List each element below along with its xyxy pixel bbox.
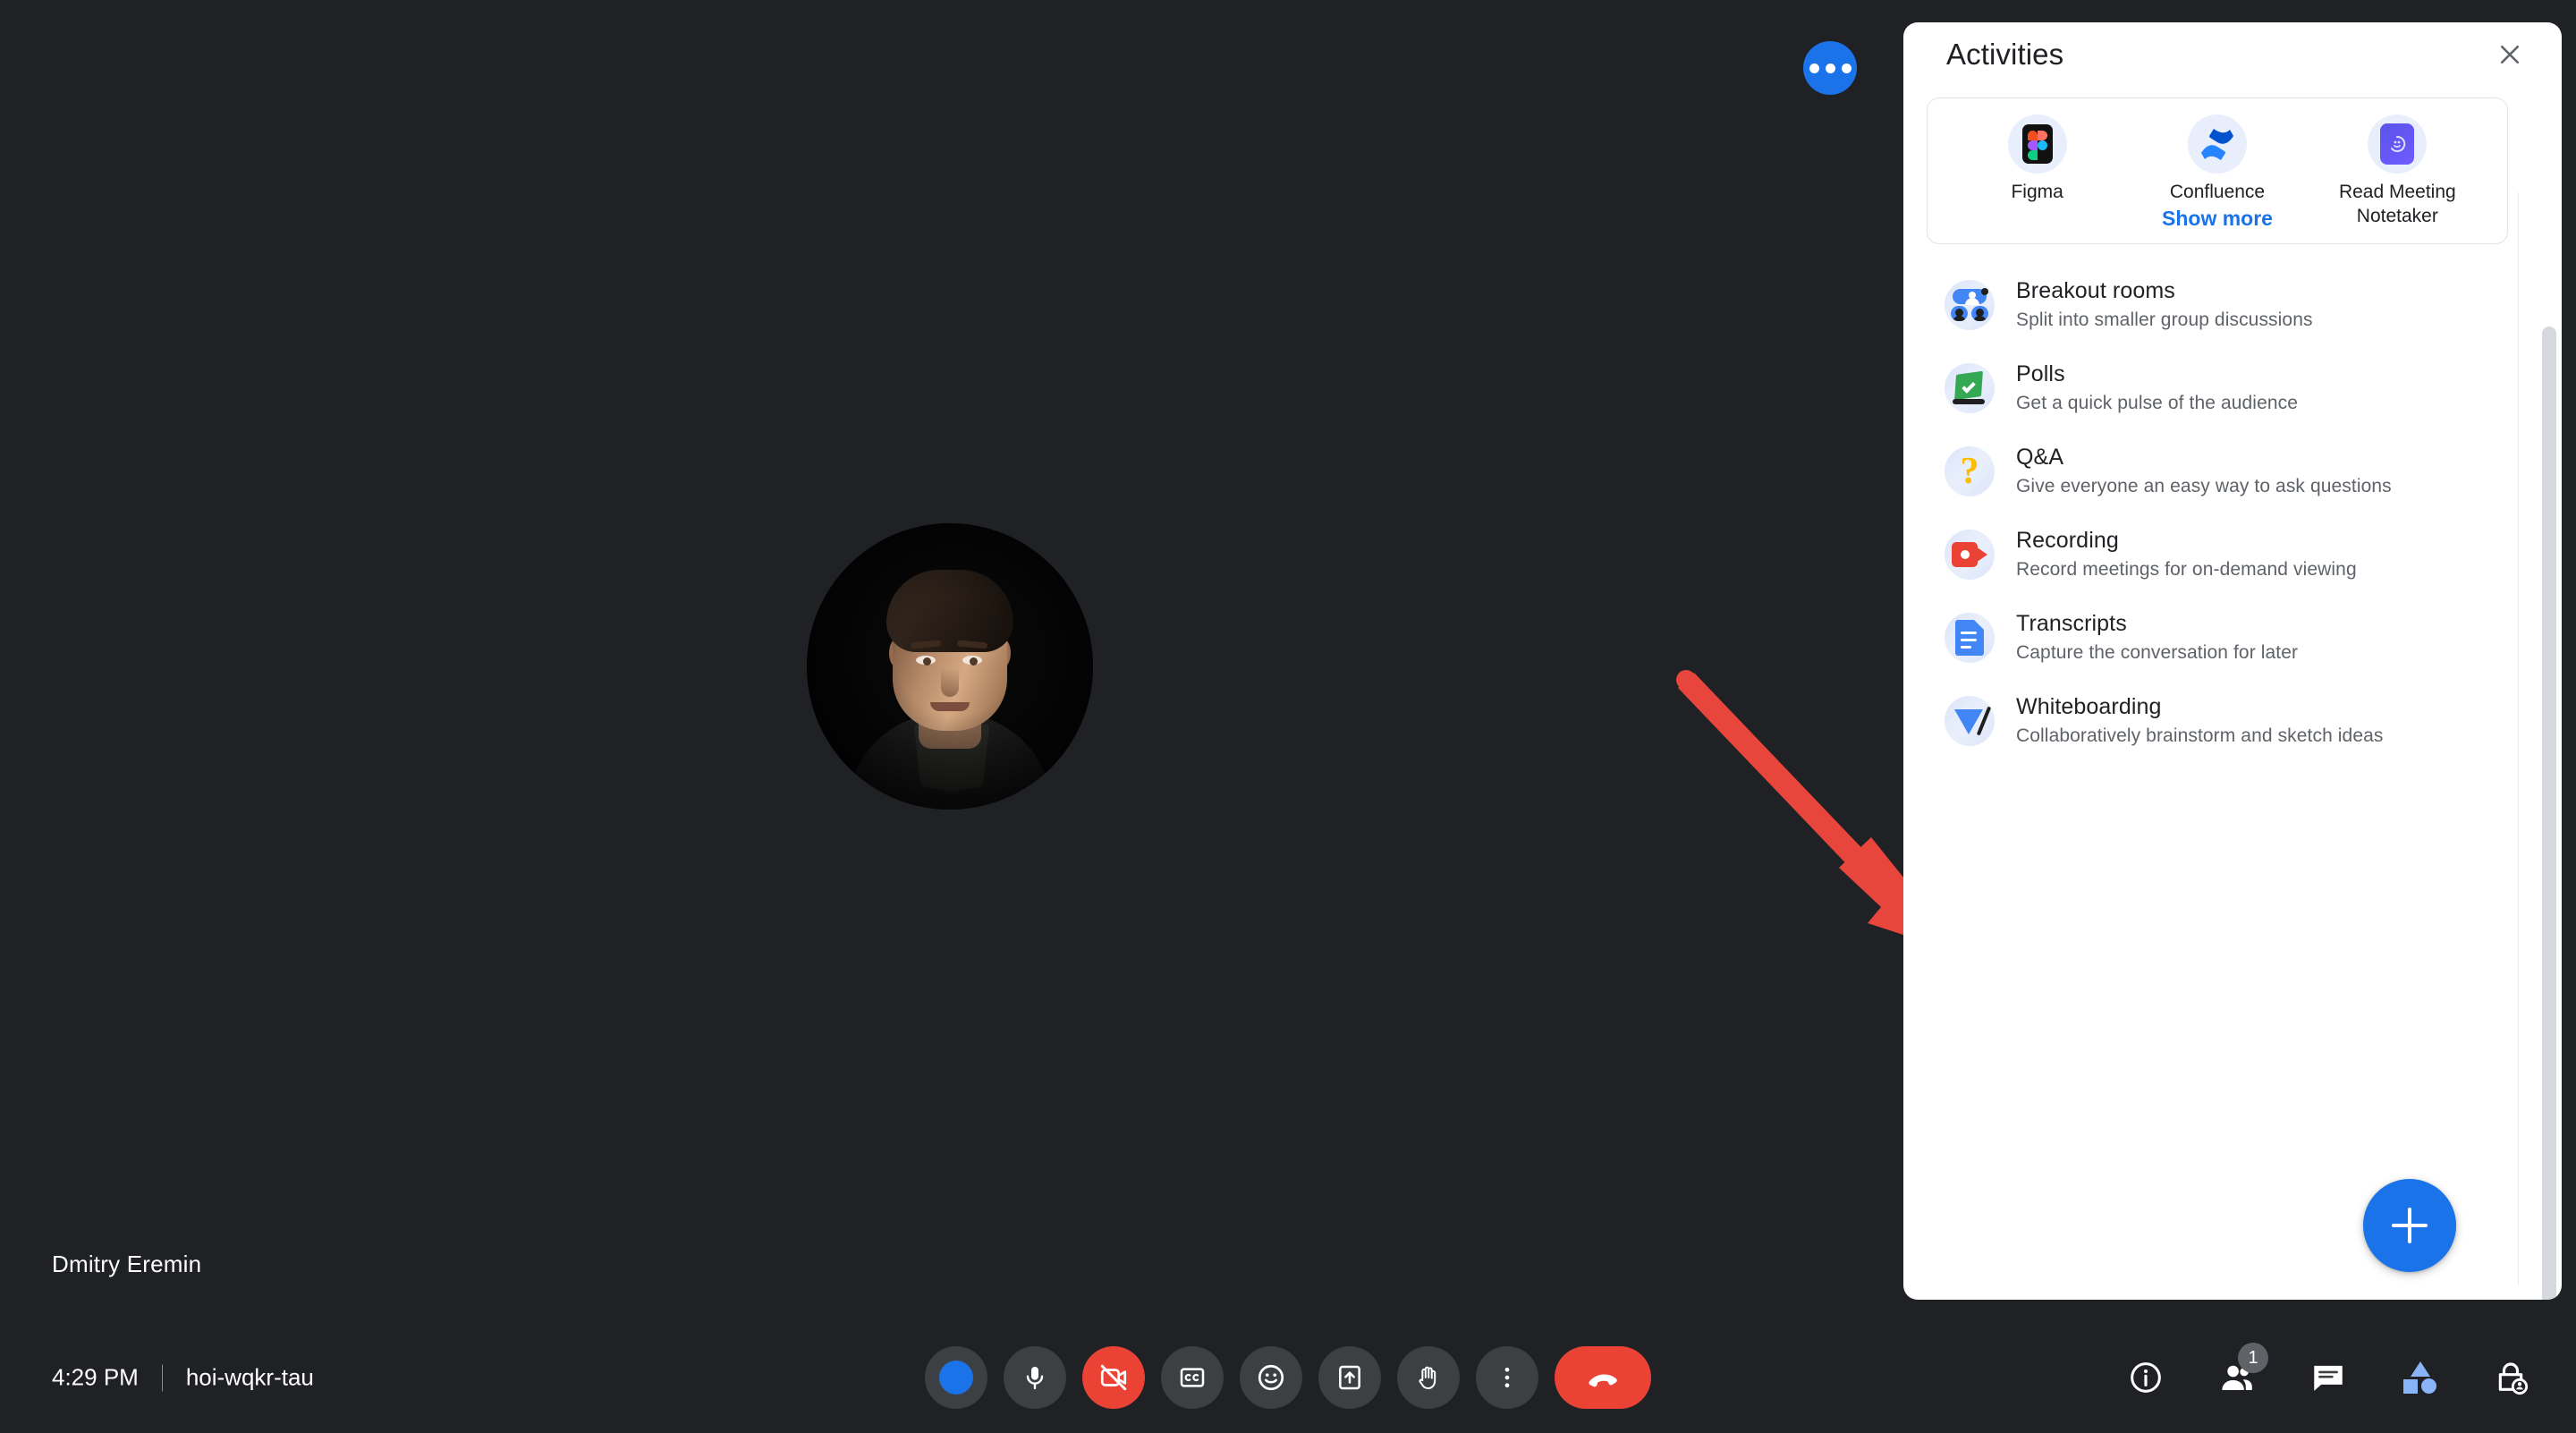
clock: 4:29 PM bbox=[52, 1363, 139, 1391]
list-item-subtitle: Get a quick pulse of the audience bbox=[2016, 393, 2299, 413]
people-button[interactable]: 1 bbox=[2207, 1343, 2268, 1407]
participant-name: Dmitry Eremin bbox=[52, 1251, 202, 1277]
leave-call-button[interactable] bbox=[1555, 1346, 1651, 1409]
avatar-photo bbox=[807, 523, 1093, 810]
meeting-meta: 4:29 PM hoi-wqkr-tau bbox=[52, 1364, 314, 1392]
list-item-subtitle: Collaboratively brainstorm and sketch id… bbox=[2016, 725, 2384, 746]
close-icon[interactable] bbox=[2488, 33, 2531, 76]
page-title: Activities bbox=[1946, 38, 2064, 71]
list-item-polls[interactable]: Polls Get a quick pulse of the audience bbox=[1903, 345, 2562, 428]
list-item-transcripts[interactable]: Transcripts Capture the conversation for… bbox=[1903, 595, 2562, 678]
camera-button[interactable] bbox=[1082, 1346, 1145, 1409]
emoji-reactions-button[interactable] bbox=[1240, 1346, 1302, 1409]
scrollbar-thumb[interactable] bbox=[2542, 326, 2556, 1300]
app-label: Confluence bbox=[2169, 182, 2266, 202]
smiley-icon bbox=[1258, 1364, 1284, 1391]
figma-icon bbox=[2007, 114, 2067, 174]
list-item-title: Whiteboarding bbox=[2016, 694, 2162, 719]
avatar bbox=[807, 523, 1093, 810]
list-item-title: Recording bbox=[2016, 528, 2119, 553]
breakout-rooms-icon bbox=[1945, 280, 1995, 330]
captions-button[interactable] bbox=[1161, 1346, 1224, 1409]
panel-divider bbox=[2518, 192, 2519, 1285]
apps-card: Figma Confluence Read Meeting Notetaker … bbox=[1927, 98, 2508, 244]
host-controls-button[interactable] bbox=[2481, 1348, 2540, 1407]
list-item-title: Polls bbox=[2016, 361, 2065, 386]
list-item-subtitle: Give everyone an easy way to ask questio… bbox=[2016, 476, 2392, 496]
list-item-subtitle: Record meetings for on-demand viewing bbox=[2016, 559, 2357, 580]
chat-icon bbox=[2314, 1365, 2343, 1391]
activities-shapes-icon bbox=[2402, 1361, 2436, 1394]
list-item-subtitle: Capture the conversation for later bbox=[2016, 642, 2299, 663]
right-toolbar: 1 bbox=[2116, 1343, 2540, 1407]
read-meeting-notetaker-icon bbox=[2368, 114, 2428, 174]
present-up-arrow-icon bbox=[1339, 1365, 1360, 1390]
meeting-details-button[interactable] bbox=[2116, 1348, 2175, 1407]
video-tile: Dmitry Eremin bbox=[0, 0, 1896, 1324]
list-item-title: Transcripts bbox=[2016, 611, 2127, 636]
info-icon bbox=[2131, 1362, 2161, 1393]
panel-body: Figma Confluence Read Meeting Notetaker … bbox=[1903, 87, 2562, 1300]
app-label: Figma bbox=[2011, 182, 2063, 202]
microphone-button[interactable] bbox=[1004, 1346, 1066, 1409]
microphone-icon bbox=[1026, 1367, 1044, 1390]
list-item-whiteboarding[interactable]: Whiteboarding Collaboratively brainstorm… bbox=[1903, 678, 2562, 761]
list-item-title: Q&A bbox=[2016, 445, 2064, 470]
panel-header: Activities bbox=[1903, 22, 2562, 87]
activities-panel: Activities Figma Confluence Read Meeting… bbox=[1903, 22, 2562, 1300]
hangup-icon bbox=[1589, 1374, 1617, 1387]
list-item-subtitle: Split into smaller group discussions bbox=[2016, 309, 2313, 330]
transcripts-icon bbox=[1945, 613, 1995, 663]
raise-hand-button[interactable] bbox=[1397, 1346, 1460, 1409]
camera-off-icon bbox=[1100, 1364, 1127, 1391]
people-badge: 1 bbox=[2238, 1343, 2268, 1373]
present-screen-button[interactable] bbox=[1318, 1346, 1381, 1409]
hand-icon bbox=[1419, 1366, 1436, 1389]
meeting-code: hoi-wqkr-tau bbox=[185, 1363, 314, 1391]
list-item-title: Breakout rooms bbox=[2016, 278, 2175, 303]
activity-list: Breakout rooms Split into smaller group … bbox=[1903, 262, 2562, 761]
list-item-qa[interactable]: ? Q&A Give everyone an easy way to ask q… bbox=[1903, 428, 2562, 512]
list-item-breakout-rooms[interactable]: Breakout rooms Split into smaller group … bbox=[1903, 262, 2562, 345]
call-controls bbox=[925, 1346, 1651, 1409]
confluence-icon bbox=[2187, 114, 2247, 174]
blue-circle-icon bbox=[939, 1361, 973, 1395]
whiteboarding-icon bbox=[1945, 696, 1995, 746]
list-item-recording[interactable]: Recording Record meetings for on-demand … bbox=[1903, 512, 2562, 595]
divider bbox=[161, 1364, 163, 1391]
more-options-button[interactable] bbox=[1476, 1346, 1538, 1409]
lock-person-icon bbox=[2498, 1362, 2529, 1395]
qa-icon: ? bbox=[1945, 446, 1995, 496]
activities-button[interactable] bbox=[2390, 1348, 2449, 1407]
reactions-blue-dot-button[interactable] bbox=[925, 1346, 987, 1409]
plus-icon[interactable] bbox=[2363, 1179, 2456, 1272]
show-more-button[interactable]: Show more bbox=[1928, 207, 2507, 231]
closed-captions-icon bbox=[1180, 1368, 1205, 1387]
chat-button[interactable] bbox=[2299, 1348, 2358, 1407]
more-vertical-icon bbox=[1504, 1367, 1510, 1388]
polls-icon bbox=[1945, 363, 1995, 413]
meet-window: Dmitry Eremin Activities Figma Confluenc… bbox=[0, 0, 2576, 1433]
recording-icon bbox=[1945, 530, 1995, 580]
more-horizontal-icon[interactable] bbox=[1803, 41, 1857, 95]
bottom-toolbar: 4:29 PM hoi-wqkr-tau 1 bbox=[0, 1322, 2576, 1433]
